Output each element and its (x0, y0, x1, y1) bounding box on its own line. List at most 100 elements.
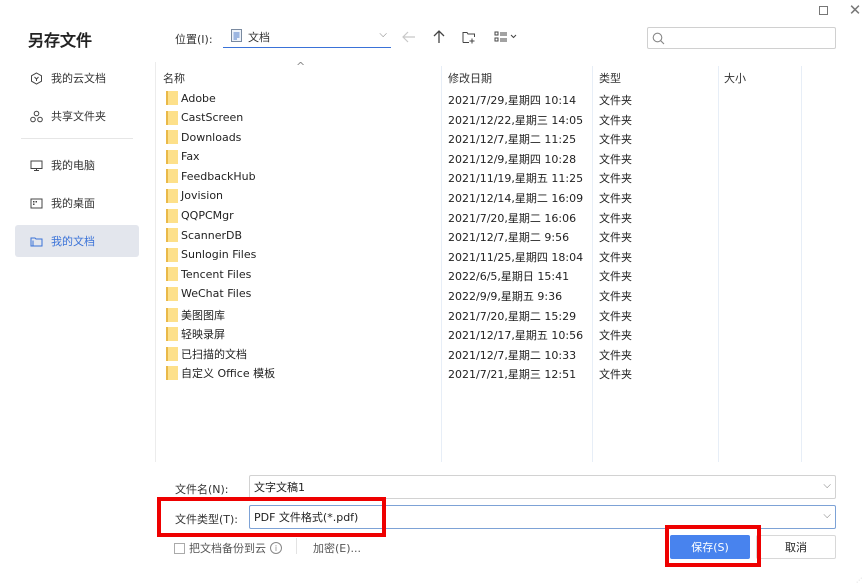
folder-icon (166, 346, 178, 361)
file-type: 文件夹 (599, 133, 632, 147)
chevron-down-icon[interactable]: ⌵ (823, 480, 831, 491)
view-mode-button[interactable] (493, 28, 521, 46)
document-icon (231, 28, 242, 45)
search-box[interactable] (647, 27, 836, 49)
encrypt-link[interactable]: 加密(E)... (313, 540, 361, 556)
new-folder-button[interactable] (460, 28, 478, 46)
folder-icon (166, 307, 178, 322)
file-date: 2021/7/20,星期二 16:06 (448, 211, 577, 225)
maximize-button[interactable] (815, 2, 831, 18)
computer-icon (29, 158, 43, 172)
sidebar-item-label: 我的云文档 (51, 72, 106, 85)
folder-icon (166, 267, 178, 282)
file-name-cell[interactable]: Adobe (166, 91, 216, 105)
sidebar-item-label: 我的桌面 (51, 197, 95, 210)
divider (296, 538, 297, 554)
file-type: 文件夹 (599, 368, 632, 382)
filename-field[interactable]: 文字文稿1 ⌵ (249, 475, 836, 499)
file-type: 文件夹 (599, 289, 632, 303)
close-button[interactable]: ✕ (847, 1, 863, 19)
close-icon: ✕ (848, 1, 862, 19)
file-type: 文件夹 (599, 270, 632, 284)
file-name: Downloads (181, 130, 242, 144)
column-header-type[interactable]: 类型 (599, 70, 621, 86)
file-row[interactable]: 美图图库 2021/7/20,星期二 15:29 文件夹 (156, 305, 866, 325)
info-icon[interactable]: i (270, 542, 282, 554)
file-name-cell[interactable]: FeedbackHub (166, 169, 256, 184)
highlight-box-filetype (157, 497, 386, 537)
up-folder-button[interactable] (430, 28, 448, 46)
cancel-button[interactable]: 取消 (756, 535, 836, 559)
file-row[interactable]: 自定义 Office 模板 2021/7/21,星期三 12:51 文件夹 (156, 363, 866, 383)
file-row[interactable]: QQPCMgr 2021/7/20,星期二 16:06 文件夹 (156, 207, 866, 227)
column-header-date[interactable]: 修改日期 (448, 70, 492, 86)
file-name: 已扫描的文档 (181, 347, 247, 361)
file-name-cell[interactable]: CastScreen (166, 110, 244, 125)
file-row[interactable]: 已扫描的文档 2021/12/7,星期二 10:33 文件夹 (156, 344, 866, 364)
sidebar-item-label: 共享文件夹 (51, 110, 106, 123)
sidebar-item-my-documents[interactable]: 我的文档 (15, 225, 139, 257)
file-name: Tencent Files (181, 267, 252, 281)
file-name: CastScreen (181, 111, 244, 125)
file-row[interactable]: Fax 2021/12/9,星期四 10:28 文件夹 (156, 148, 866, 168)
column-header-name[interactable]: 名称 (163, 70, 185, 86)
file-name-cell[interactable]: QQPCMgr (166, 208, 234, 223)
file-name-cell[interactable]: Fax (166, 149, 200, 164)
resize-grip-icon[interactable]: ⋰ (856, 577, 862, 584)
file-name-cell[interactable]: 轻映录屏 (166, 326, 225, 342)
file-name: FeedbackHub (181, 169, 256, 183)
back-arrow-icon (402, 31, 415, 43)
file-name-cell[interactable]: Downloads (166, 130, 242, 145)
file-row[interactable]: Tencent Files 2022/6/5,星期日 15:41 文件夹 (156, 265, 866, 285)
view-list-icon (494, 31, 517, 42)
file-row[interactable]: CastScreen 2021/12/22,星期三 14:05 文件夹 (156, 109, 866, 129)
file-row[interactable]: WeChat Files 2022/9/9,星期五 9:36 文件夹 (156, 285, 866, 305)
file-name: Sunlogin Files (181, 248, 257, 262)
sidebar-item-cloud-docs[interactable]: 我的云文档 (15, 62, 139, 94)
location-dropdown[interactable]: 文档 ⌵ (223, 26, 391, 48)
chevron-down-icon[interactable]: ⌵ (823, 510, 831, 521)
file-name: QQPCMgr (181, 209, 234, 223)
file-rows: Adobe 2021/7/29,星期四 10:14 文件夹 CastScreen 202… (156, 89, 866, 383)
file-name: 美图图库 (181, 308, 225, 322)
file-name-cell[interactable]: Sunlogin Files (166, 247, 257, 262)
file-date: 2021/12/14,星期二 16:09 (448, 191, 584, 205)
backup-checkbox[interactable] (174, 542, 185, 554)
file-date: 2021/11/19,星期五 11:25 (448, 172, 584, 186)
back-button[interactable] (400, 28, 418, 46)
file-row[interactable]: Jovision 2021/12/14,星期二 16:09 文件夹 (156, 187, 866, 207)
file-date: 2021/12/17,星期五 10:56 (448, 329, 584, 343)
file-row[interactable]: Downloads 2021/12/7,星期二 11:25 文件夹 (156, 128, 866, 148)
sidebar-item-my-computer[interactable]: 我的电脑 (15, 149, 139, 181)
file-type: 文件夹 (599, 348, 632, 362)
file-name-cell[interactable]: 已扫描的文档 (166, 346, 247, 362)
file-type: 文件夹 (599, 172, 632, 186)
file-row[interactable]: Adobe 2021/7/29,星期四 10:14 文件夹 (156, 89, 866, 109)
file-name-cell[interactable]: 美图图库 (166, 307, 225, 323)
file-name-cell[interactable]: Jovision (166, 188, 224, 203)
file-date: 2021/11/25,星期四 18:04 (448, 250, 584, 264)
search-icon (652, 32, 665, 44)
folder-icon (166, 208, 178, 223)
documents-folder-icon (29, 234, 43, 248)
file-name: Jovision (181, 189, 224, 203)
file-name-cell[interactable]: ScannerDB (166, 228, 242, 243)
folder-icon (166, 188, 178, 203)
search-input[interactable] (669, 29, 835, 47)
chevron-down-icon: ⌵ (379, 29, 387, 40)
folder-icon (166, 228, 178, 243)
file-row[interactable]: FeedbackHub 2021/11/19,星期五 11:25 文件夹 (156, 167, 866, 187)
file-row[interactable]: ScannerDB 2021/12/7,星期二 9:56 文件夹 (156, 226, 866, 246)
backup-to-cloud-option[interactable]: 把文档备份到云 i (174, 540, 282, 556)
file-name-cell[interactable]: WeChat Files (166, 286, 251, 301)
file-row[interactable]: Sunlogin Files 2021/11/25,星期四 18:04 文件夹 (156, 246, 866, 266)
sidebar-item-my-desktop[interactable]: 我的桌面 (15, 187, 139, 219)
filename-value[interactable]: 文字文稿1 (254, 479, 305, 495)
file-name-cell[interactable]: 自定义 Office 模板 (166, 365, 275, 381)
sidebar-item-shared-folder[interactable]: 共享文件夹 (15, 100, 139, 132)
file-row[interactable]: 轻映录屏 2021/12/17,星期五 10:56 文件夹 (156, 324, 866, 344)
file-name-cell[interactable]: Tencent Files (166, 267, 252, 282)
column-header-size[interactable]: 大小 (724, 70, 746, 86)
up-arrow-icon (433, 30, 445, 43)
backup-label[interactable]: 把文档备份到云 (189, 540, 266, 556)
